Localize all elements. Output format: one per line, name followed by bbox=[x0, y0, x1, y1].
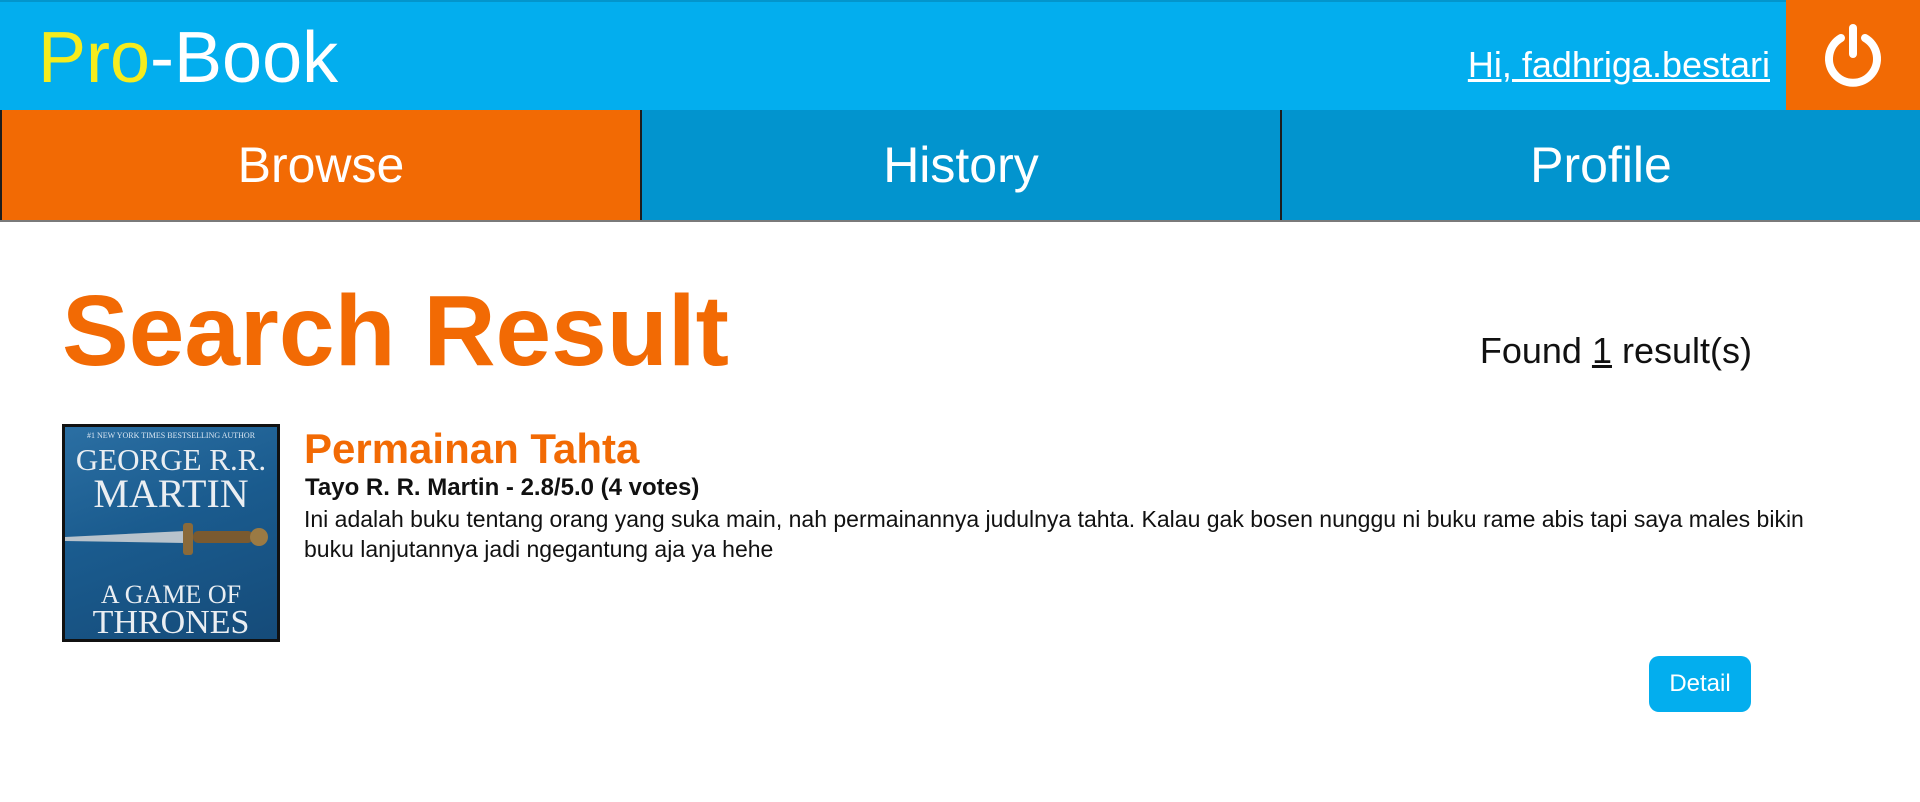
cover-tagline: #1 NEW YORK TIMES BESTSELLING AUTHOR bbox=[86, 431, 256, 440]
cover-author: GEORGE R.R. MARTIN bbox=[65, 443, 277, 516]
result-count-prefix: Found bbox=[1479, 330, 1592, 371]
tab-profile[interactable]: Profile bbox=[1280, 110, 1920, 220]
result-count-suffix: result(s) bbox=[1611, 330, 1752, 371]
result-count-number: 1 bbox=[1591, 330, 1612, 371]
main-nav: Browse History Profile bbox=[0, 110, 1920, 222]
app-header: Pro-Book Hi, fadhriga.bestari bbox=[0, 0, 1920, 112]
tab-history[interactable]: History bbox=[640, 110, 1280, 220]
tab-browse[interactable]: Browse bbox=[0, 110, 640, 220]
app-logo[interactable]: Pro-Book bbox=[38, 16, 338, 100]
cover-title-line2: THRONES bbox=[92, 604, 250, 641]
logo-book: -Book bbox=[150, 18, 339, 98]
user-greeting-link[interactable]: Hi, fadhriga.bestari bbox=[1468, 44, 1770, 86]
search-result-item: #1 NEW YORK TIMES BESTSELLING AUTHOR GEO… bbox=[62, 424, 1804, 714]
power-icon bbox=[1825, 24, 1881, 87]
book-author-rating: Tayo R. R. Martin - 2.8/5.0 (4 votes) bbox=[305, 474, 700, 501]
book-cover[interactable]: #1 NEW YORK TIMES BESTSELLING AUTHOR GEO… bbox=[62, 424, 280, 642]
book-title: Permainan Tahta bbox=[304, 425, 640, 472]
cover-title: A GAME OF THRONES bbox=[65, 581, 277, 641]
logo-pro: Pro bbox=[38, 18, 151, 98]
sword-illustration bbox=[65, 523, 268, 555]
result-count: Found 1 result(s) bbox=[1480, 330, 1752, 372]
detail-button[interactable]: Detail bbox=[1649, 656, 1751, 712]
page-title: Search Result bbox=[62, 275, 729, 387]
cover-author-line2: MARTIN bbox=[93, 471, 249, 516]
book-description: Ini adalah buku tentang orang yang suka … bbox=[304, 506, 1804, 562]
logout-button[interactable] bbox=[1786, 0, 1920, 112]
